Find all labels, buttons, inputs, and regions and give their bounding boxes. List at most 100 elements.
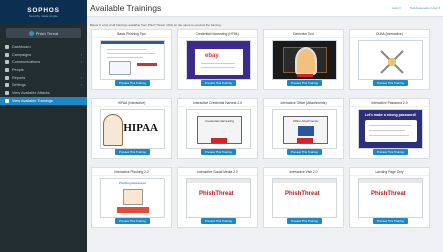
user-menu[interactable]: TestAutomation User ▾ <box>410 6 440 10</box>
training-title[interactable]: HIPAA (Interactive) <box>92 99 171 107</box>
sidebar-nav: Dashboard Campaigns ‹ Communications ‹ People… <box>0 43 87 105</box>
brand-header[interactable]: SOPHOS Security made simple <box>0 0 87 24</box>
training-title[interactable]: Interactive Social Media 2.0 <box>178 168 257 176</box>
training-card: Basic Phishing Tips Preview This Trainin… <box>91 29 172 90</box>
chevron-left-icon: ‹ <box>80 75 82 80</box>
training-card: Interactive Password 2.0 Let's make a st… <box>349 98 430 159</box>
sophos-logo: SOPHOS <box>27 6 60 14</box>
training-card: DLBA (Interactive) Preview This Training <box>349 29 430 90</box>
people-icon <box>5 67 9 72</box>
training-thumbnail[interactable]: Credential Harvesting <box>186 109 251 149</box>
preview-training-button[interactable]: Preview This Training <box>115 80 150 86</box>
dashboard-icon <box>5 44 9 49</box>
sidebar-item-label: View Available Attacks <box>12 90 50 95</box>
phish-threat-logo: PhishThreat <box>285 191 320 197</box>
phish-threat-button[interactable]: Phish Threat <box>6 28 81 38</box>
graduation-icon <box>5 98 9 103</box>
sidebar-item-campaigns[interactable]: Campaigns ‹ <box>0 51 87 59</box>
training-thumbnail[interactable]: Let's make a strong password! <box>358 109 423 149</box>
sidebar-item-label: People <box>12 67 24 72</box>
sidebar-item-settings[interactable]: Settings ‹ <box>0 81 87 89</box>
sidebar-item-view-available-attacks[interactable]: View Available Attacks <box>0 89 87 97</box>
sidebar-item-label: Settings <box>12 83 26 88</box>
training-title[interactable]: Interactive Credential Harvest 2.0 <box>178 99 257 107</box>
sidebar-item-reports[interactable]: Reports ‹ <box>0 74 87 82</box>
training-card: Interactive Office (Attachments) Office … <box>263 98 344 159</box>
training-card: Interactive Phishing 2.0 Phishing Awaren… <box>91 167 172 228</box>
gear-icon <box>5 83 9 88</box>
preview-training-button[interactable]: Preview This Training <box>115 218 150 224</box>
warning-icon <box>5 90 9 95</box>
sidebar-item-label: View Available Trainings <box>12 98 53 103</box>
training-thumbnail[interactable]: PhishThreat <box>272 178 337 218</box>
red-submit-icon <box>211 138 227 143</box>
training-card: Landing Page Only PhishThreat Preview Th… <box>349 167 430 228</box>
preview-training-button[interactable]: Preview This Training <box>373 80 408 86</box>
chevron-left-icon: ‹ <box>80 52 82 57</box>
training-title[interactable]: DLBA (Interactive) <box>350 30 429 38</box>
training-title[interactable]: Interactive Password 2.0 <box>350 99 429 107</box>
ebay-logo: ebay <box>205 53 219 59</box>
preview-training-button[interactable]: Preview This Training <box>287 80 322 86</box>
top-bar: Available Trainings Help ▾ TestAutomatio… <box>87 0 443 17</box>
training-card: Interactive Social Media 2.0 PhishThreat… <box>177 167 258 228</box>
training-title[interactable]: Detective Tool <box>264 30 343 38</box>
training-card: Detective Tool Preview This Training <box>263 29 344 90</box>
training-thumbnail[interactable]: HIPAA <box>100 109 165 149</box>
phish-threat-logo: PhishThreat <box>371 191 406 197</box>
training-thumbnail[interactable] <box>358 40 423 80</box>
swords-illustration-icon <box>380 50 404 74</box>
training-thumbnail[interactable]: PhishThreat <box>358 178 423 218</box>
phish-threat-logo: PhishThreat <box>199 191 234 197</box>
preview-training-button[interactable]: Preview This Training <box>201 149 236 155</box>
chevron-left-icon: ‹ <box>80 60 82 65</box>
training-thumbnail[interactable]: ebay <box>186 40 251 80</box>
sidebar-item-label: Dashboard <box>12 44 31 49</box>
sophos-tagline: Security made simple <box>29 13 58 18</box>
chevron-left-icon: ‹ <box>80 83 82 88</box>
training-thumbnail[interactable]: Phishing Awareness <box>100 178 165 218</box>
training-thumbnail[interactable] <box>100 40 165 80</box>
training-thumbnail[interactable]: Office Attachments <box>272 109 337 149</box>
preview-training-button[interactable]: Preview This Training <box>373 218 408 224</box>
training-title[interactable]: Interactive Vish 2.0 <box>264 168 343 176</box>
chart-icon <box>5 75 9 80</box>
training-title[interactable]: Landing Page Only <box>350 168 429 176</box>
preview-training-button[interactable]: Preview This Training <box>201 80 236 86</box>
sidebar-item-dashboard[interactable]: Dashboard <box>0 43 87 51</box>
sidebar-item-people[interactable]: People <box>0 66 87 74</box>
training-thumbnail[interactable] <box>272 40 337 80</box>
sidebar: SOPHOS Security made simple Phish Threat… <box>0 0 87 252</box>
trainings-grid: Basic Phishing Tips Preview This Trainin… <box>91 29 439 228</box>
main-content: Available Trainings Help ▾ TestAutomatio… <box>87 0 443 252</box>
detective-portrait-icon <box>295 47 317 75</box>
preview-training-button[interactable]: Preview This Training <box>373 149 408 155</box>
chat-icon <box>5 60 9 65</box>
training-card: Interactive Credential Harvest 2.0 Crede… <box>177 98 258 159</box>
training-thumbnail[interactable]: PhishThreat <box>186 178 251 218</box>
person-doodle-icon <box>103 114 123 146</box>
training-title[interactable]: Interactive Office (Attachments) <box>264 99 343 107</box>
red-submit-icon <box>297 138 313 143</box>
envelope-icon <box>5 52 9 57</box>
preview-training-button[interactable]: Preview This Training <box>287 218 322 224</box>
phish-threat-icon <box>28 30 34 36</box>
sidebar-item-view-available-trainings[interactable]: View Available Trainings <box>0 96 87 105</box>
training-title[interactable]: Credential Harvesting (HTML) <box>178 30 257 38</box>
sidebar-item-label: Campaigns <box>12 52 32 57</box>
sidebar-item-label: Communications <box>12 60 41 65</box>
preview-training-button[interactable]: Preview This Training <box>287 149 322 155</box>
training-title[interactable]: Basic Phishing Tips <box>92 30 171 38</box>
preview-training-button[interactable]: Preview This Training <box>115 149 150 155</box>
hipaa-heading: HIPAA <box>123 122 158 134</box>
sidebar-item-label: Reports <box>12 75 26 80</box>
training-card: Credential Harvesting (HTML) ebay Previe… <box>177 29 258 90</box>
help-menu[interactable]: Help ▾ <box>392 6 401 10</box>
training-title[interactable]: Interactive Phishing 2.0 <box>92 168 171 176</box>
preview-training-button[interactable]: Preview This Training <box>201 218 236 224</box>
sidebar-item-communications[interactable]: Communications ‹ <box>0 58 87 66</box>
training-card: HIPAA (Interactive) HIPAA Preview This T… <box>91 98 172 159</box>
instructions-text: Below is a list of all trainings availab… <box>90 23 222 27</box>
phish-threat-label: Phish Threat <box>35 30 59 36</box>
page-title: Available Trainings <box>90 3 162 13</box>
